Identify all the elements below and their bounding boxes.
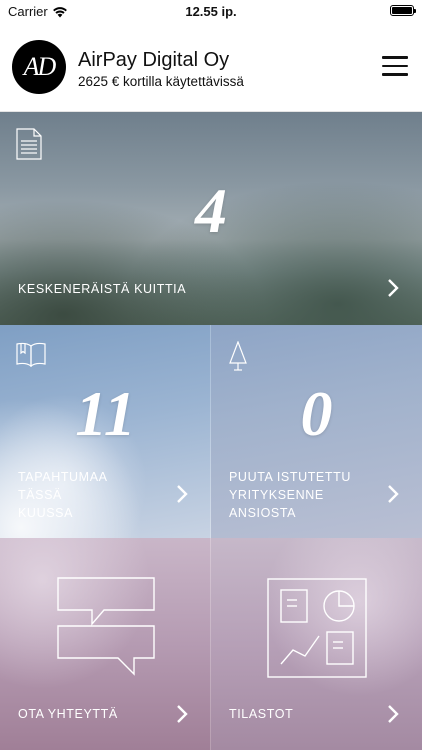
- trees-label: PUUTA ISTUTETTU YRITYKSENNE ANSIOSTA: [229, 468, 351, 522]
- status-time: 12.55 ip.: [185, 4, 237, 19]
- trees-label-line-1: PUUTA ISTUTETTU: [229, 470, 351, 484]
- chevron-right-icon: [388, 279, 399, 297]
- tile-divider: [210, 325, 211, 750]
- events-label-line-3: KUUSSA: [18, 506, 74, 520]
- status-bar: Carrier 12.55 ip.: [0, 0, 422, 22]
- tile-statistics[interactable]: TILASTOT: [211, 538, 422, 750]
- chevron-right-icon: [388, 485, 399, 503]
- tile-trees-planted[interactable]: 0 PUUTA ISTUTETTU YRITYKSENNE ANSIOSTA: [211, 325, 422, 538]
- events-label: TAPAHTUMAA TÄSSÄ KUUSSA: [18, 468, 108, 522]
- events-count: 11: [75, 378, 136, 449]
- chevron-right-icon: [177, 485, 188, 503]
- company-logo: AD: [12, 40, 66, 94]
- document-icon: [16, 128, 42, 160]
- chevron-right-icon: [388, 705, 399, 723]
- tree-icon: [229, 341, 247, 371]
- battery-icon: [390, 5, 416, 16]
- tile-monthly-events[interactable]: 11 TAPAHTUMAA TÄSSÄ KUUSSA: [0, 325, 211, 538]
- chat-bubbles-icon: [57, 577, 155, 676]
- trees-count: 0: [300, 378, 333, 449]
- tile-incomplete-receipts[interactable]: 4 KESKENERÄISTÄ KUITTIA: [0, 112, 422, 325]
- trees-label-line-2: YRITYKSENNE: [229, 488, 324, 502]
- dashboard-icon: [267, 578, 367, 678]
- receipts-label: KESKENERÄISTÄ KUITTIA: [18, 282, 187, 296]
- trees-label-line-3: ANSIOSTA: [229, 506, 297, 520]
- stats-label: TILASTOT: [229, 707, 294, 721]
- open-book-icon: [16, 342, 46, 367]
- events-label-line-1: TAPAHTUMAA: [18, 470, 108, 484]
- tile-contact-us[interactable]: OTA YHTEYTTÄ: [0, 538, 211, 750]
- receipts-count: 4: [195, 175, 227, 246]
- company-name: AirPay Digital Oy: [78, 49, 230, 71]
- events-label-line-2: TÄSSÄ: [18, 488, 62, 502]
- chevron-right-icon: [177, 705, 188, 723]
- hamburger-menu-icon[interactable]: [382, 56, 408, 78]
- card-balance: 2625 € kortilla käytettävissä: [78, 74, 244, 89]
- app-header: AD AirPay Digital Oy 2625 € kortilla käy…: [0, 22, 422, 112]
- contact-label: OTA YHTEYTTÄ: [18, 707, 118, 721]
